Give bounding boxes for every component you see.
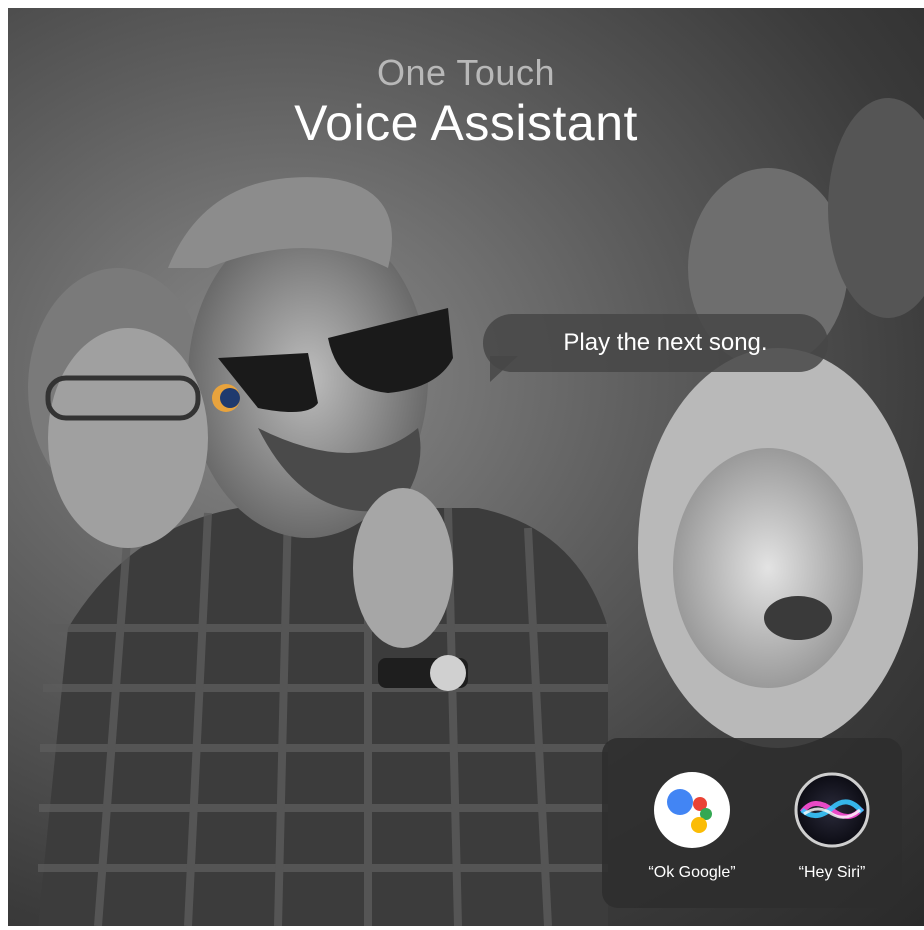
hero-photo: One Touch Voice Assistant Play the next …: [8, 8, 924, 926]
siri-option: “Hey Siri”: [772, 772, 892, 882]
speech-bubble: Play the next song.: [483, 314, 828, 372]
google-assistant-icon: [654, 772, 730, 848]
siri-label: “Hey Siri”: [798, 864, 866, 881]
headline-subtitle: One Touch: [377, 52, 555, 93]
google-assistant-option: “Ok Google”: [632, 772, 752, 882]
siri-icon: [794, 772, 870, 848]
headline-title: Voice Assistant: [294, 95, 638, 151]
google-assistant-label: “Ok Google”: [648, 864, 736, 881]
voice-assistant-panel: “Ok Google” “Hey Siri”: [602, 738, 902, 908]
